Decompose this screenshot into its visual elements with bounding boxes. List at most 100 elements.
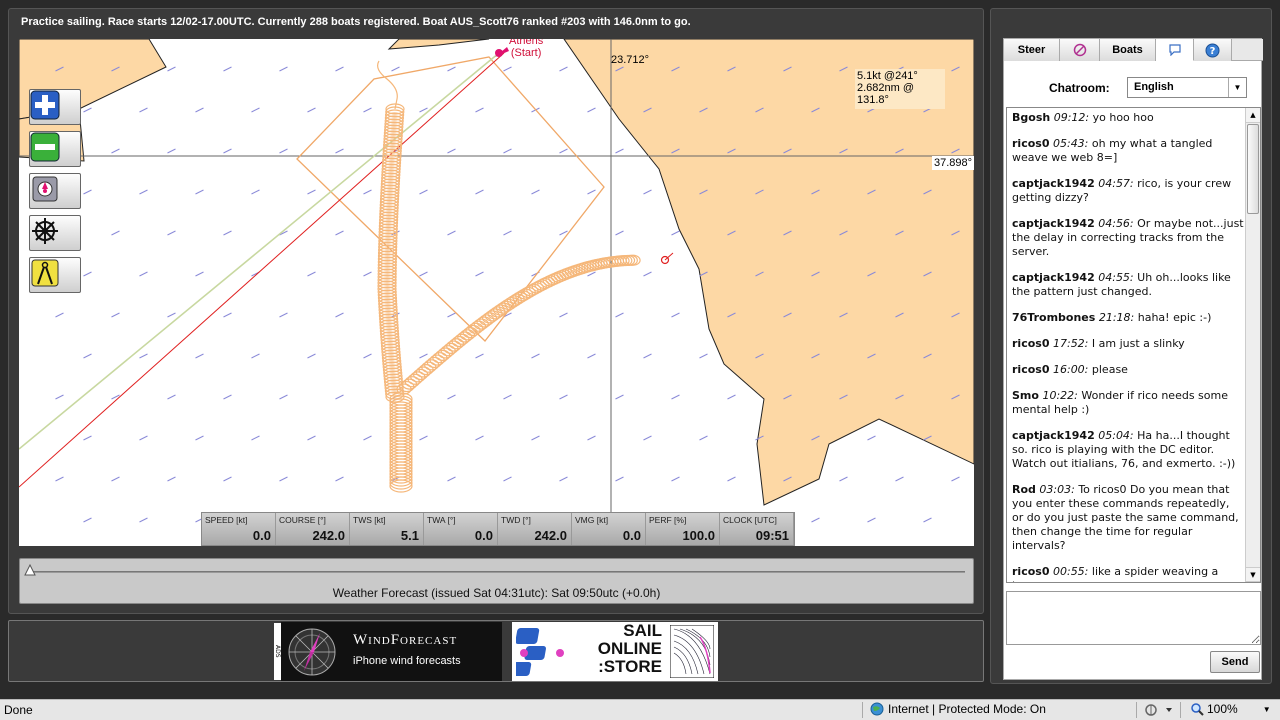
wind-arrow bbox=[111, 476, 120, 482]
chatroom-row: Chatroom: English ▼ bbox=[1004, 77, 1263, 101]
wind-arrow bbox=[951, 476, 960, 482]
wind-arrow bbox=[671, 394, 680, 400]
wind-arrow bbox=[503, 230, 512, 236]
wind-arrow bbox=[195, 189, 204, 195]
send-button[interactable]: Send bbox=[1210, 651, 1260, 673]
wind-arrow bbox=[55, 476, 64, 482]
wind-arrow bbox=[167, 230, 176, 236]
wind-arrow bbox=[307, 107, 316, 113]
start-label: Athens (Start) bbox=[509, 39, 543, 59]
land-top-mid bbox=[387, 39, 490, 50]
load-status: Done bbox=[4, 703, 33, 717]
wind-arrow bbox=[699, 353, 708, 359]
chat-username[interactable]: Bgosh bbox=[1012, 111, 1050, 124]
sail-online-store-ad[interactable]: SAIL ONLINE :STORE bbox=[512, 622, 718, 681]
windforecast-ad[interactable]: WindForecast iPhone wind forecasts bbox=[281, 622, 502, 681]
chatroom-selected-value: English bbox=[1134, 81, 1174, 93]
helm-button[interactable] bbox=[29, 215, 81, 251]
zoom-out-button[interactable] bbox=[29, 131, 81, 167]
compass-divider-icon bbox=[31, 259, 59, 287]
zoom-out-icon bbox=[30, 132, 60, 162]
map-canvas[interactable] bbox=[19, 39, 974, 546]
zoom-control[interactable]: 100% ▼ bbox=[1190, 702, 1271, 716]
chat-message: Smo 10:22: Wonder if rico needs some men… bbox=[1012, 389, 1244, 417]
chat-username[interactable]: captjack1942 bbox=[1012, 429, 1095, 442]
scrollbar-thumb[interactable] bbox=[1247, 124, 1259, 214]
windforecast-subtitle: iPhone wind forecasts bbox=[353, 655, 461, 667]
wind-arrow bbox=[587, 271, 596, 277]
wind-arrow bbox=[615, 476, 624, 482]
sailing-map[interactable]: Athens (Start) 23.712° 37.898° 5.1kt @24… bbox=[19, 39, 974, 546]
browser-status-bar: Done Internet | Protected Mode: On 100% … bbox=[0, 699, 1280, 720]
instrument-cell: TWD [°] 242.0 bbox=[498, 513, 572, 545]
great-circle-line bbox=[19, 52, 500, 450]
chat-messages: Bgosh 09:12: yo hoo hoo ricos0 05:43: oh … bbox=[1012, 111, 1244, 582]
chat-text: please bbox=[1091, 363, 1128, 376]
chat-timestamp: 10:22: bbox=[1042, 389, 1078, 402]
status-separator bbox=[1180, 702, 1181, 718]
chat-timestamp: 04:55: bbox=[1098, 271, 1134, 284]
instrument-label: COURSE [°] bbox=[279, 515, 326, 525]
security-zone[interactable]: Internet | Protected Mode: On bbox=[870, 702, 1046, 716]
wind-arrow bbox=[251, 107, 260, 113]
chat-username[interactable]: Rod bbox=[1012, 483, 1036, 496]
compass-divider-button[interactable] bbox=[29, 257, 81, 293]
chat-message: 76Trombones 21:18: haha! epic :-) bbox=[1012, 311, 1244, 325]
wind-arrow bbox=[615, 230, 624, 236]
tab-help[interactable]: ? bbox=[1194, 39, 1232, 61]
spiderweb-sail-icon bbox=[670, 625, 714, 678]
scroll-up-icon[interactable]: ▲ bbox=[1246, 108, 1260, 123]
forecast-slider-handle[interactable] bbox=[24, 564, 36, 576]
chat-timestamp: 00:55: bbox=[1052, 565, 1089, 578]
rhumb-diamond bbox=[296, 56, 605, 342]
wind-arrow bbox=[923, 517, 932, 523]
tab-no-go[interactable] bbox=[1060, 39, 1100, 61]
race-status-text: Practice sailing. Race starts 12/02-17.0… bbox=[21, 16, 691, 28]
wind-arrow bbox=[447, 312, 456, 318]
instrument-label: TWD [°] bbox=[501, 515, 531, 525]
wind-arrow bbox=[419, 353, 428, 359]
zoom-in-button[interactable] bbox=[29, 89, 81, 125]
wind-arrow bbox=[167, 148, 176, 154]
wind-arrow bbox=[307, 353, 316, 359]
tab-steer[interactable]: Steer bbox=[1004, 39, 1060, 61]
chatroom-select[interactable]: English ▼ bbox=[1127, 77, 1247, 98]
tab-boats[interactable]: Boats bbox=[1100, 39, 1156, 61]
sail-text-line3: :STORE bbox=[598, 657, 662, 676]
chat-scrollbar[interactable]: ▲ ▼ bbox=[1245, 108, 1260, 582]
wind-arrow bbox=[419, 107, 428, 113]
scroll-down-icon[interactable]: ▼ bbox=[1246, 567, 1260, 582]
tab-chat[interactable] bbox=[1156, 39, 1194, 61]
sail-text-line1: SAIL bbox=[623, 621, 662, 640]
chat-timestamp: 21:18: bbox=[1098, 311, 1135, 324]
wind-arrow bbox=[111, 148, 120, 154]
chat-username[interactable]: captjack1942 bbox=[1012, 217, 1095, 230]
chat-username[interactable]: Smo bbox=[1012, 389, 1039, 402]
wind-arrow bbox=[727, 476, 736, 482]
chat-username[interactable]: ricos0 bbox=[1012, 363, 1049, 376]
chat-username[interactable]: ricos0 bbox=[1012, 565, 1049, 578]
chat-username[interactable]: ricos0 bbox=[1012, 337, 1049, 350]
chat-username[interactable]: captjack1942 bbox=[1012, 271, 1095, 284]
privacy-icon[interactable] bbox=[1144, 703, 1174, 717]
instrument-label: VMG [kt] bbox=[575, 515, 609, 525]
chat-username[interactable]: 76Trombones bbox=[1012, 311, 1095, 324]
forecast-slider-track[interactable] bbox=[30, 571, 965, 573]
chat-username[interactable]: captjack1942 bbox=[1012, 177, 1095, 190]
wind-arrow bbox=[587, 189, 596, 195]
wind-arrow bbox=[139, 189, 148, 195]
chat-username[interactable]: ricos0 bbox=[1012, 137, 1049, 150]
center-boat-button[interactable] bbox=[29, 173, 81, 209]
wind-arrow bbox=[139, 107, 148, 113]
sail-store-logo-icon bbox=[516, 628, 564, 676]
wind-arrow bbox=[279, 312, 288, 318]
chat-message: captjack1942 04:55: Uh oh...looks like t… bbox=[1012, 271, 1244, 299]
chat-message: Bgosh 09:12: yo hoo hoo bbox=[1012, 111, 1244, 125]
instrument-label: CLOCK [UTC] bbox=[723, 515, 777, 525]
wind-arrow bbox=[419, 189, 428, 195]
wind-readout: 5.1kt @241° 2.682nm @ 131.8° bbox=[855, 69, 945, 109]
chat-text: I am just a slinky bbox=[1091, 337, 1185, 350]
wind-arrow bbox=[503, 394, 512, 400]
wind-arrow bbox=[475, 271, 484, 277]
chat-message-input[interactable] bbox=[1006, 591, 1261, 645]
